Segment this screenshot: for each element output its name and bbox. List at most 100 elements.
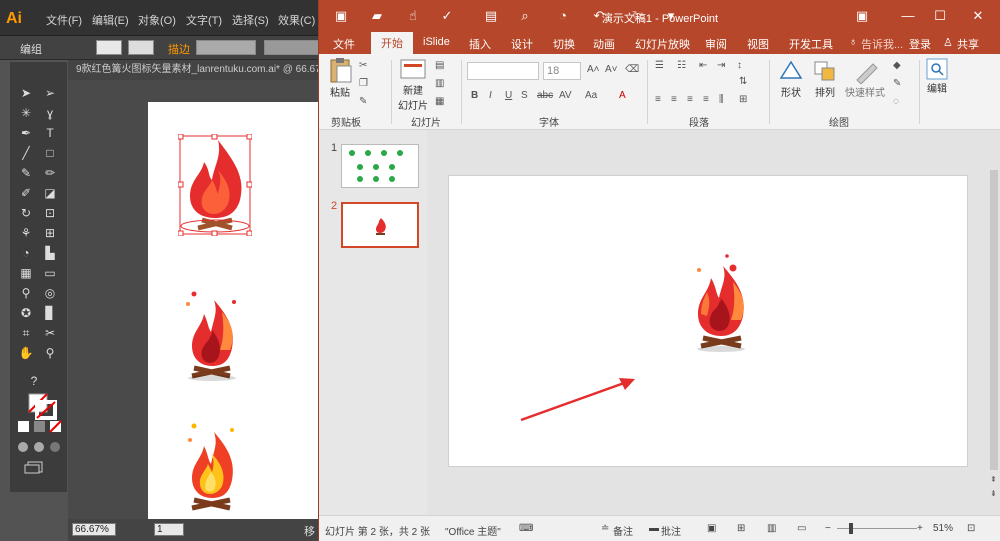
screen-mode-icon[interactable] xyxy=(24,460,46,474)
tab-animations[interactable]: 动画 xyxy=(593,36,615,52)
underline-icon[interactable]: U xyxy=(505,90,512,101)
direct-selection-tool-icon[interactable]: ➢ xyxy=(41,84,59,102)
zoom-out-icon[interactable]: − xyxy=(825,523,831,534)
decrease-indent-icon[interactable]: ⇤ xyxy=(699,60,707,71)
shape-builder-icon[interactable]: ◔ xyxy=(17,244,35,262)
layout-icon[interactable]: ▤ xyxy=(435,60,444,71)
comments-button[interactable]: 批注 xyxy=(661,523,681,538)
paste-button[interactable]: 粘贴 xyxy=(325,58,355,99)
justify-icon[interactable]: ≡ xyxy=(703,94,709,105)
draw-mode-buttons[interactable] xyxy=(16,440,64,454)
ai-zoom-field[interactable]: 66.67% xyxy=(72,523,116,536)
stroke-style-dropdown[interactable] xyxy=(264,40,322,55)
zoom-tool-icon[interactable]: ⚲ xyxy=(41,344,59,362)
ai-menu-select[interactable]: 选择(S) xyxy=(232,12,269,28)
align-left-icon[interactable]: ≡ xyxy=(655,94,661,105)
shadow-icon[interactable]: S xyxy=(521,90,528,101)
rectangle-tool-icon[interactable]: □ xyxy=(41,144,59,162)
tell-me-icon[interactable]: ♁ xyxy=(849,36,857,48)
zoom-in-icon[interactable]: + xyxy=(917,523,923,534)
ai-document-tab[interactable]: 9款红色篝火图标矢量素材_lanrentuku.com.ai* @ 66.67% xyxy=(68,60,322,80)
section-icon[interactable]: ▦ xyxy=(435,96,444,107)
minimize-icon[interactable]: — xyxy=(899,7,917,25)
align-center-icon[interactable]: ≡ xyxy=(671,94,677,105)
tell-me-input[interactable]: 告诉我... xyxy=(861,36,903,52)
ai-menu-object[interactable]: 对象(O) xyxy=(138,12,176,28)
vertical-scrollbar[interactable]: ⇞ ⇟ xyxy=(988,130,1000,515)
tab-insert[interactable]: 插入 xyxy=(469,36,491,52)
line-tool-icon[interactable]: ╱ xyxy=(17,144,35,162)
zoom-slider-thumb[interactable] xyxy=(849,523,853,534)
tab-home[interactable]: 开始 xyxy=(371,32,413,54)
align-right-icon[interactable]: ≡ xyxy=(687,94,693,105)
numbering-icon[interactable]: ☷ xyxy=(677,60,686,71)
fire-icon-on-slide[interactable] xyxy=(691,252,751,356)
fill-stroke-swatch[interactable] xyxy=(27,392,57,420)
share-icon[interactable]: ♙ xyxy=(943,36,953,49)
bullets-icon[interactable]: ☰ xyxy=(655,60,664,71)
ai-menu-type[interactable]: 文字(T) xyxy=(186,12,222,28)
ribbon-display-icon[interactable]: ▣ xyxy=(853,7,871,25)
eyedropper-icon[interactable]: ⚲ xyxy=(17,284,35,302)
clear-format-icon[interactable]: ⌫ xyxy=(625,64,639,75)
notes-button[interactable]: 备注 xyxy=(613,523,633,538)
reset-icon[interactable]: ▥ xyxy=(435,78,444,89)
shrink-font-icon[interactable]: A˅ xyxy=(605,64,618,75)
tab-developer[interactable]: 开发工具 xyxy=(789,36,833,52)
graph-tool-icon[interactable]: ▙ xyxy=(41,244,59,262)
lasso-tool-icon[interactable]: ɣ xyxy=(41,104,59,122)
normal-view-icon[interactable]: ▣ xyxy=(707,523,716,534)
grow-font-icon[interactable]: A˄ xyxy=(587,64,600,75)
fit-slide-icon[interactable]: ⊡ xyxy=(967,523,975,534)
editing-button[interactable]: 编辑 xyxy=(923,58,951,95)
font-color-icon[interactable]: A xyxy=(619,90,626,101)
arrange-button[interactable]: 排列 xyxy=(809,58,841,99)
blob-brush-icon[interactable]: ✐ xyxy=(17,184,35,202)
format-painter-brush-icon[interactable]: ✎ xyxy=(359,96,367,107)
pencil-tool-icon[interactable]: ✏ xyxy=(41,164,59,182)
tab-slideshow[interactable]: 幻灯片放映 xyxy=(635,36,690,52)
tab-view[interactable]: 视图 xyxy=(747,36,769,52)
char-spacing-icon[interactable]: AV xyxy=(559,90,572,101)
stroke-weight-input[interactable] xyxy=(196,40,256,55)
current-slide[interactable] xyxy=(448,175,968,467)
shape-outline-icon[interactable]: ✎ xyxy=(893,78,901,89)
symbol-sprayer-icon[interactable]: ✪ xyxy=(17,304,35,322)
scale-tool-icon[interactable]: ⊡ xyxy=(41,204,59,222)
zoom-level[interactable]: 51% xyxy=(933,523,953,534)
font-size-input[interactable]: 18 xyxy=(543,62,581,80)
slideshow-view-icon[interactable]: ▭ xyxy=(797,523,806,534)
line-spacing-icon[interactable]: ↕ xyxy=(737,60,742,71)
blend-tool-icon[interactable]: ◎ xyxy=(41,284,59,302)
ai-menu-edit[interactable]: 编辑(E) xyxy=(92,12,129,28)
increase-indent-icon[interactable]: ⇥ xyxy=(717,60,725,71)
tab-review[interactable]: 审阅 xyxy=(705,36,727,52)
text-direction-icon[interactable]: ⇅ xyxy=(739,76,747,87)
artboard-tool-icon[interactable]: ⌗ xyxy=(17,324,35,342)
reading-view-icon[interactable]: ▥ xyxy=(767,523,776,534)
login-link[interactable]: 登录 xyxy=(909,36,931,52)
strikethrough-icon[interactable]: abc xyxy=(537,90,553,101)
ai-menu-effect[interactable]: 效果(C) xyxy=(278,12,315,28)
spellcheck-icon[interactable]: ⌨ xyxy=(519,523,533,534)
help-icon[interactable]: ? xyxy=(24,372,44,390)
color-mode-buttons[interactable] xyxy=(16,420,64,434)
shapes-button[interactable]: 形状 xyxy=(775,58,807,99)
ai-stroke-label[interactable]: 描边 xyxy=(168,41,190,57)
stroke-swatch-dropdown[interactable] xyxy=(128,40,154,55)
magic-wand-icon[interactable]: ✳ xyxy=(17,104,35,122)
shape-fill-icon[interactable]: ◆ xyxy=(893,60,901,71)
hand-tool-icon[interactable]: ✋ xyxy=(17,344,35,362)
tab-file[interactable]: 文件 xyxy=(333,36,355,52)
arrow-shape[interactable] xyxy=(515,372,641,424)
columns-icon[interactable]: ⫼ xyxy=(719,94,724,105)
shape-effects-icon[interactable]: ◌ xyxy=(893,96,899,107)
gradient-tool-icon[interactable]: ▭ xyxy=(41,264,59,282)
slide-thumbnail-1[interactable] xyxy=(341,144,419,188)
italic-icon[interactable]: I xyxy=(489,90,492,101)
comments-icon[interactable]: ▬ xyxy=(649,523,659,534)
font-name-input[interactable] xyxy=(467,62,539,80)
ai-artboard-field[interactable]: 1 xyxy=(154,523,184,536)
rotate-tool-icon[interactable]: ↻ xyxy=(17,204,35,222)
selected-fire-illustration[interactable] xyxy=(178,134,252,236)
